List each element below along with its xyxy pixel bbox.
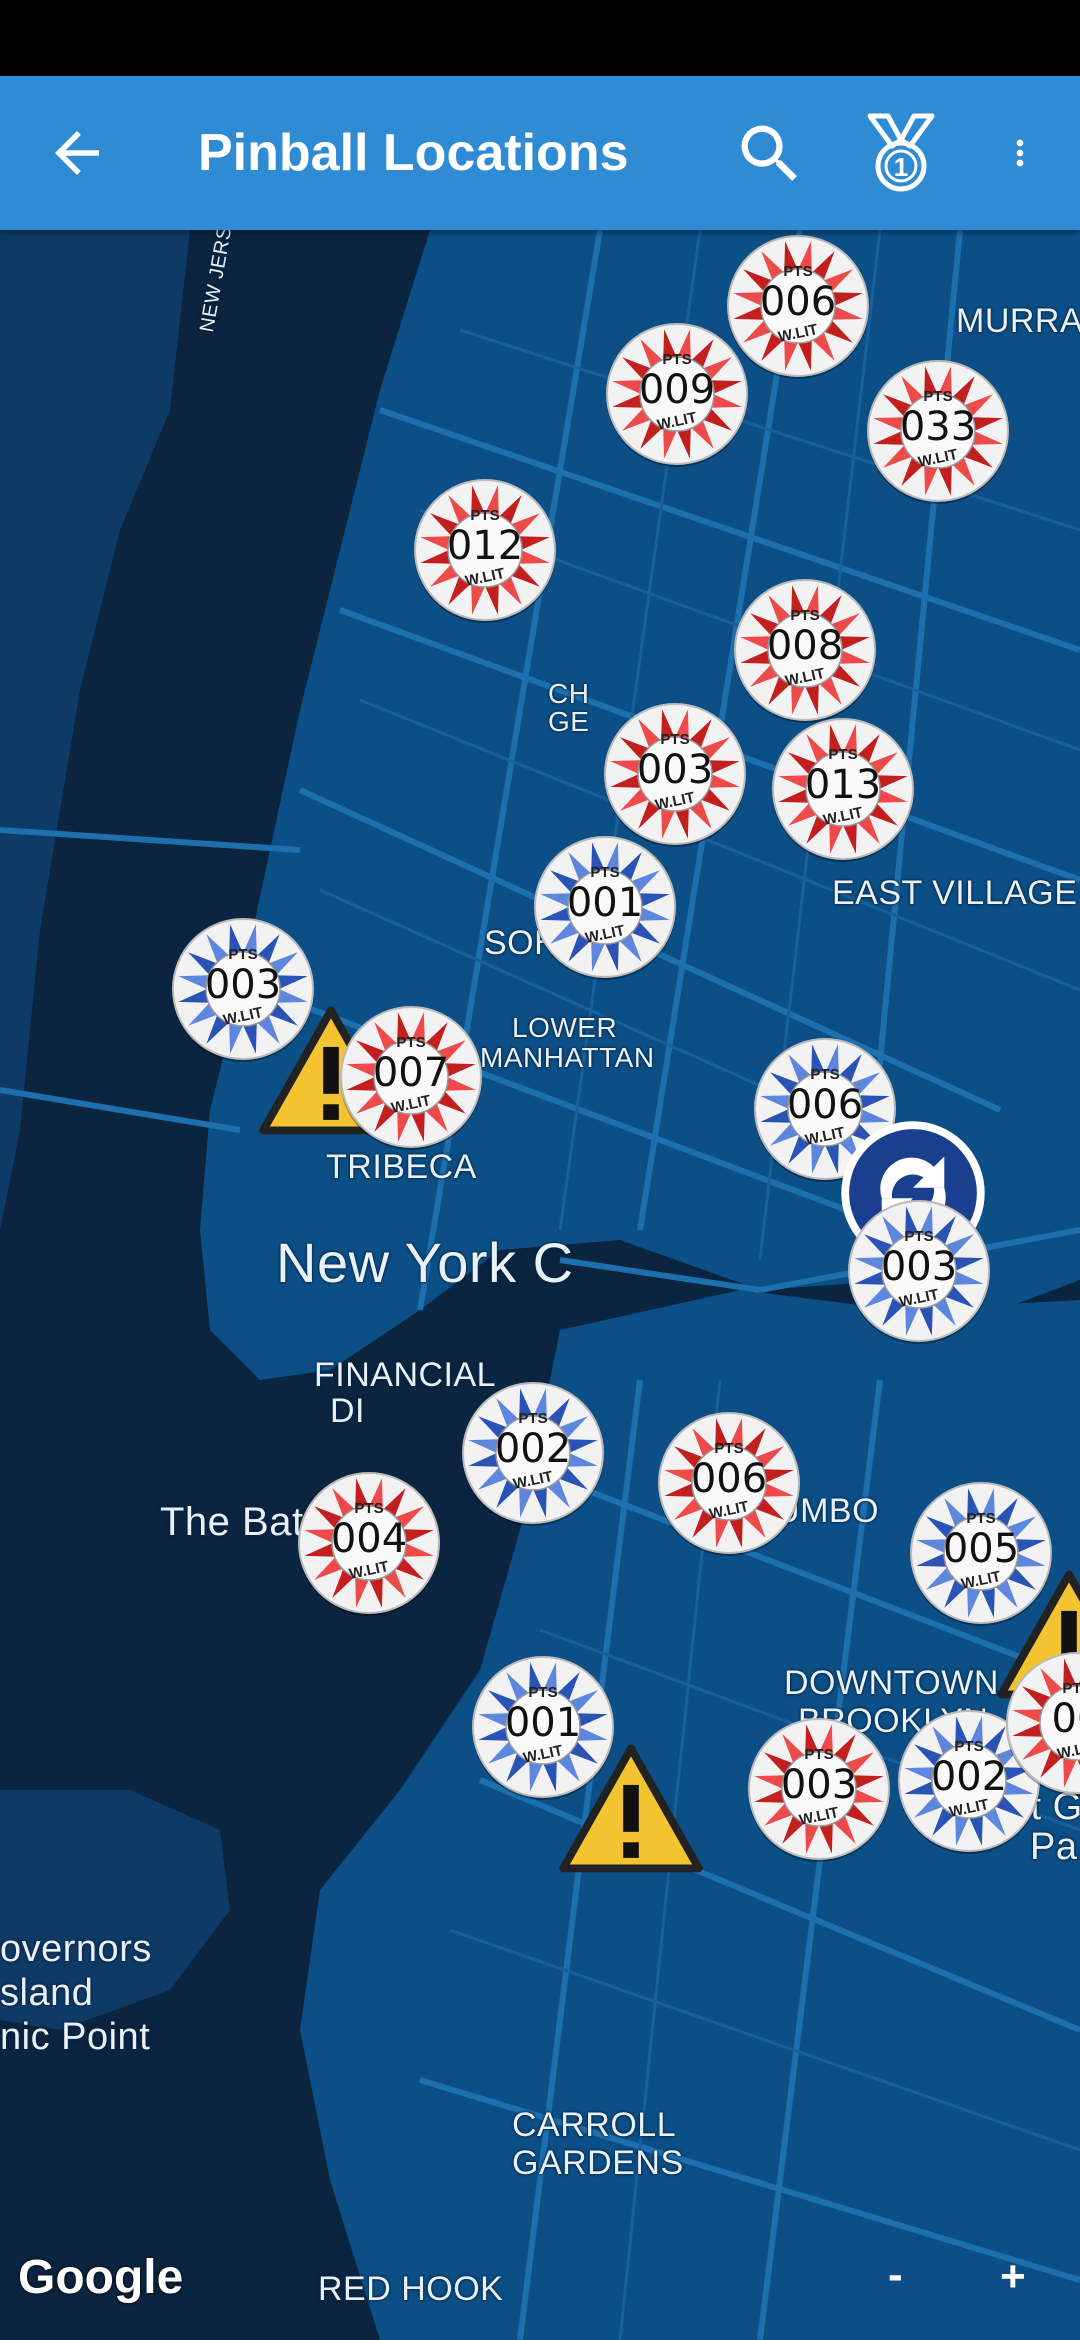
location-marker[interactable]: PTS 012 W.LIT (412, 477, 558, 623)
marker-pts-label: PTS (518, 1410, 548, 1427)
marker-pts-label: PTS (470, 507, 500, 524)
warning-icon (258, 1000, 403, 1135)
marker-pts-label: PTS (714, 1440, 744, 1457)
map-label-ge: GE (548, 706, 590, 737)
location-marker[interactable]: PTS 002 W.LIT (460, 1380, 606, 1526)
marker-pts-label: PTS (810, 1066, 840, 1083)
location-marker[interactable]: PTS 005 W.LIT (908, 1480, 1080, 1699)
location-marker[interactable]: PTS 003 W.LIT (746, 1716, 892, 1862)
page-title: Pinball Locations (198, 124, 629, 182)
location-marker[interactable]: PTS 008 W.LIT (732, 577, 878, 723)
map-label-downtown: DOWNTOWN (784, 1664, 999, 1702)
marker-pts-label: PTS (783, 263, 813, 280)
map-label-tribeca: TRIBECA (326, 1148, 477, 1186)
warning-icon (558, 1738, 703, 1873)
marker-pts-label: PTS (904, 1228, 934, 1245)
back-button[interactable] (44, 120, 110, 186)
zoom-out-button[interactable]: - (888, 2250, 903, 2300)
location-marker[interactable]: PTS 007 W.LIT (338, 1004, 484, 1150)
more-options-button[interactable] (1000, 120, 1040, 186)
sync-icon (840, 1120, 985, 1265)
location-marker[interactable]: PTS 001 W.LIT (532, 834, 678, 980)
location-marker[interactable]: PTS 003 W.LIT (846, 1198, 992, 1344)
marker-pts-label: PTS (228, 946, 258, 963)
map-view[interactable]: NEW JERSEY MURRAY CH GE EAST VILLAGE SOH… (0, 230, 1080, 2340)
app-bar: Pinball Locations 1 (0, 76, 1080, 230)
google-logo: Google (18, 2251, 184, 2304)
search-icon (741, 125, 797, 181)
marker-pts-label: PTS (662, 351, 692, 368)
marker-pts-label: PTS (396, 1034, 426, 1051)
warning-icon (996, 1564, 1080, 1699)
location-marker[interactable]: PTS 003 W.LIT (170, 916, 403, 1135)
location-marker[interactable]: PTS 033 W.LIT (865, 358, 1011, 504)
status-bar (0, 0, 1080, 76)
zoom-in-button[interactable]: + (1000, 2252, 1026, 2302)
achievements-button[interactable]: 1 (862, 112, 940, 194)
location-marker[interactable]: PTS 004 W.LIT (296, 1470, 442, 1616)
arrow-back-icon (55, 131, 99, 175)
marker-count: 00 (1051, 1696, 1080, 1742)
map-label-island: sland (0, 1972, 94, 2014)
marker-pts-label: PTS (528, 1684, 558, 1701)
marker-pts-label: PTS (966, 1510, 996, 1527)
location-marker[interactable]: PTS 006 W.LIT (752, 1036, 985, 1265)
map-label-gardens: GARDENS (512, 2144, 684, 2182)
marker-pts-label: PTS (804, 1746, 834, 1763)
location-marker[interactable]: PTS 013 W.LIT (770, 716, 916, 862)
map-label-governors: overnors (0, 1928, 152, 1970)
marker-pts-label: PTS (828, 746, 858, 763)
location-marker[interactable]: PTS 001 W.LIT (470, 1654, 703, 1873)
location-marker[interactable]: PTS 003 W.LIT (602, 701, 748, 847)
marker-pts-label: PTS (660, 731, 690, 748)
search-button[interactable] (732, 116, 808, 192)
map-label-mic-point: nic Point (0, 2016, 151, 2058)
location-marker[interactable]: PTS00W.LIT (1004, 1650, 1080, 1796)
marker-pts-label: PTS (1062, 1680, 1080, 1697)
map-label-district: DI (330, 1392, 365, 1430)
map-label-red-hook: RED HOOK (318, 2270, 504, 2308)
medal-number: 1 (894, 152, 908, 182)
medal-icon: 1 (867, 113, 935, 192)
map-label-lower: LOWER (512, 1012, 618, 1043)
map-label-manhattan: MANHATTAN (480, 1042, 655, 1073)
map-label-murray: MURRAY (956, 302, 1080, 340)
marker-pts-label: PTS (354, 1500, 384, 1517)
map-label-east-village: EAST VILLAGE (832, 874, 1078, 912)
more-vert-icon (1016, 139, 1024, 167)
marker-pts-label: PTS (790, 607, 820, 624)
map-label-new-york: New York C (276, 1231, 574, 1294)
map-label-carroll: CARROLL (512, 2106, 677, 2144)
location-marker[interactable]: PTS 006 W.LIT (656, 1410, 802, 1556)
marker-pts-label: PTS (923, 388, 953, 405)
location-marker[interactable]: PTS 009 W.LIT (604, 321, 750, 467)
marker-pts-label: PTS (590, 864, 620, 881)
